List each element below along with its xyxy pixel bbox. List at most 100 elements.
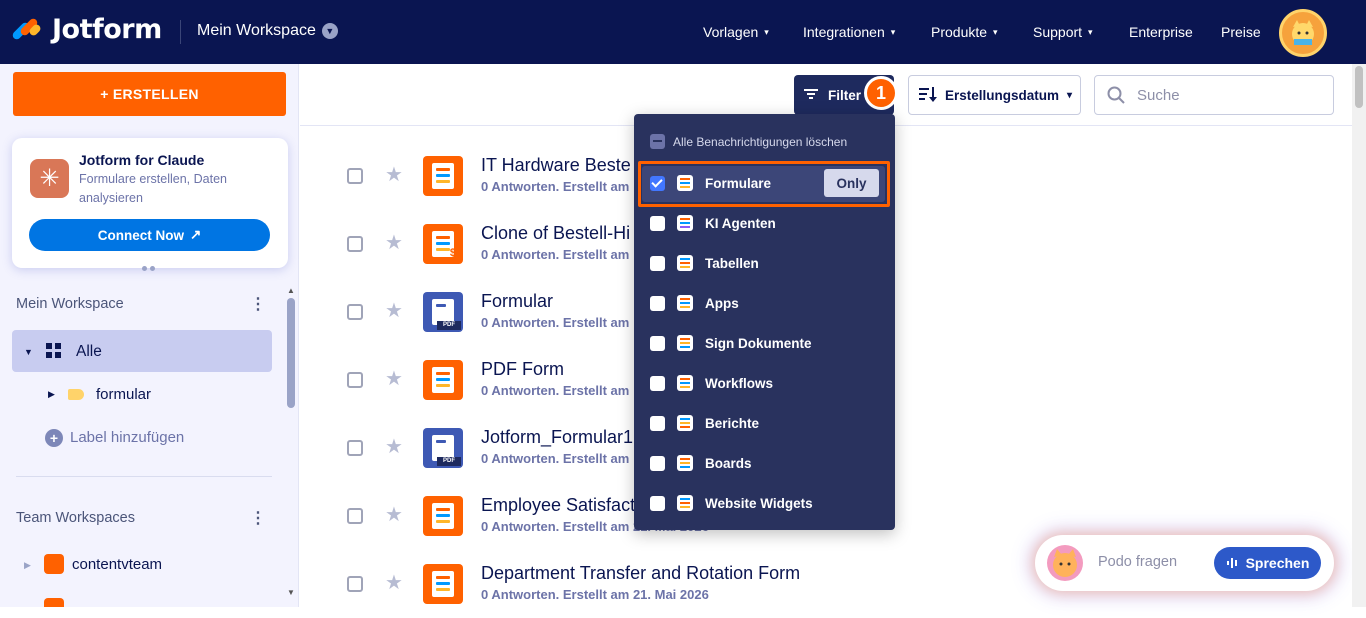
form-meta: 0 Antworten. Erstellt am (481, 383, 630, 398)
filter-option-ki-agenten[interactable]: KI Agenten (650, 208, 776, 238)
form-title[interactable]: Clone of Bestell-Hi (481, 223, 630, 244)
user-avatar[interactable] (1279, 9, 1327, 57)
widgets-icon (677, 495, 693, 511)
caret-down-icon[interactable]: ▼ (24, 347, 33, 357)
filter-checkbox[interactable] (650, 495, 665, 511)
caret-right-icon[interactable]: ▶ (48, 389, 55, 400)
form-title[interactable]: Jotform_Formular1 (481, 427, 633, 448)
page-scrollbar[interactable] (1352, 64, 1366, 607)
payment-form-icon: $ (423, 224, 463, 264)
create-button[interactable]: + ERSTELLEN (13, 72, 286, 116)
row-checkbox[interactable] (347, 168, 363, 184)
nav-produkte[interactable]: Produkte ▾ (931, 24, 998, 40)
sort-label: Erstellungsdatum (945, 87, 1060, 103)
star-icon[interactable]: ★ (385, 366, 403, 391)
row-checkbox[interactable] (347, 576, 363, 592)
nav-vorlagen[interactable]: Vorlagen ▾ (703, 24, 769, 40)
nav-integrationen[interactable]: Integrationen ▾ (803, 24, 895, 40)
promo-subtitle: Formulare erstellen, Daten analysieren (79, 172, 227, 205)
star-icon[interactable]: ★ (385, 434, 403, 459)
row-checkbox[interactable] (347, 440, 363, 456)
ask-podo-input[interactable]: Podo fragen (1098, 554, 1177, 570)
filter-option-label: Sign Dokumente (705, 335, 812, 351)
star-icon[interactable]: ★ (385, 162, 403, 187)
row-checkbox[interactable] (347, 236, 363, 252)
scroll-up-icon[interactable]: ▲ (287, 286, 295, 295)
pdf-tag: PDF (437, 321, 461, 330)
voice-wave-icon (1226, 558, 1237, 568)
more-options-icon[interactable]: ⋮ (250, 294, 266, 314)
form-title[interactable]: Department Transfer and Rotation Form (481, 563, 800, 584)
reports-icon (677, 415, 693, 431)
star-icon[interactable]: ★ (385, 570, 403, 595)
sidebar-item-formular[interactable]: formular (96, 386, 151, 403)
step-badge: 1 (864, 76, 898, 110)
filter-option-boards[interactable]: Boards (650, 448, 752, 478)
filter-option-apps[interactable]: Apps (650, 288, 739, 318)
star-icon[interactable]: ★ (385, 502, 403, 527)
sidebar-item-team[interactable]: contentvteam (72, 556, 162, 573)
speak-button[interactable]: Sprechen (1214, 547, 1321, 579)
clear-all-option[interactable]: Alle Benachrichtigungen löschen (650, 134, 847, 149)
divider (180, 20, 181, 44)
page-scroll-thumb[interactable] (1355, 66, 1363, 108)
form-title[interactable]: Formular (481, 291, 553, 312)
form-meta: 0 Antworten. Erstellt am (481, 247, 630, 262)
scroll-down-icon[interactable]: ▼ (287, 588, 295, 597)
star-icon[interactable]: ★ (385, 230, 403, 255)
filter-option-label: Formulare (705, 175, 772, 191)
connect-now-button[interactable]: Connect Now ↗ (29, 219, 270, 251)
form-title[interactable]: IT Hardware Beste (481, 155, 631, 176)
form-title[interactable]: PDF Form (481, 359, 564, 380)
filter-option-sign-dokumente[interactable]: Sign Dokumente (650, 328, 812, 358)
filter-checkbox[interactable] (650, 215, 665, 231)
filter-checkbox[interactable] (650, 415, 665, 431)
add-label-link[interactable]: Label hinzufügen (70, 429, 184, 446)
team-icon (44, 598, 64, 607)
filter-option-tabellen[interactable]: Tabellen (650, 248, 759, 278)
sort-dropdown[interactable]: Erstellungsdatum ▾ (908, 75, 1081, 115)
filter-option-label: Berichte (705, 415, 760, 431)
apps-icon (677, 295, 693, 311)
nav-label: Support (1033, 24, 1083, 40)
star-icon[interactable]: ★ (385, 298, 403, 323)
filter-option-workflows[interactable]: Workflows (650, 368, 773, 398)
filter-option-berichte[interactable]: Berichte (650, 408, 759, 438)
caret-right-icon[interactable]: ▶ (24, 560, 31, 571)
claude-promo-card: ✳ Jotform for Claude Formulare erstellen… (12, 138, 288, 268)
filter-option-formulare[interactable]: Formulare (650, 168, 771, 198)
forms-icon (677, 175, 693, 191)
filter-label: Filter (828, 87, 862, 103)
nav-label: Vorlagen (703, 24, 759, 40)
row-checkbox[interactable] (347, 372, 363, 388)
podo-avatar[interactable] (1047, 545, 1083, 581)
row-checkbox[interactable] (347, 508, 363, 524)
sign-icon (677, 335, 693, 351)
filter-option-website-widgets[interactable]: Website Widgets (650, 488, 813, 518)
carousel-dots[interactable] (142, 266, 155, 271)
plus-icon: + (45, 429, 63, 447)
nav-preise[interactable]: Preise (1221, 24, 1261, 40)
form-meta: 0 Antworten. Erstellt am 21. Mai 2026 (481, 587, 709, 602)
pdf-form-icon: PDF (423, 292, 463, 332)
filter-checkbox[interactable] (650, 255, 665, 271)
filter-checkbox[interactable] (650, 375, 665, 391)
nav-support[interactable]: Support ▾ (1033, 24, 1093, 40)
search-placeholder: Suche (1137, 86, 1180, 104)
only-button[interactable]: Only (824, 169, 879, 197)
filter-checkbox[interactable] (650, 175, 665, 191)
jotform-logo[interactable]: Jotform (11, 14, 162, 45)
filter-option-label: Boards (705, 455, 752, 471)
workspace-switcher[interactable]: Mein Workspace ▼ (197, 22, 338, 40)
row-checkbox[interactable] (347, 304, 363, 320)
form-title[interactable]: Employee Satisfact (481, 495, 635, 516)
indeterminate-checkbox[interactable] (650, 134, 665, 149)
search-input[interactable]: Suche (1094, 75, 1334, 115)
divider (16, 476, 272, 477)
filter-checkbox[interactable] (650, 295, 665, 311)
more-options-icon[interactable]: ⋮ (250, 508, 266, 528)
nav-enterprise[interactable]: Enterprise (1129, 24, 1193, 40)
filter-checkbox[interactable] (650, 335, 665, 351)
filter-checkbox[interactable] (650, 455, 665, 471)
sidebar-scroll-thumb[interactable] (287, 298, 295, 408)
